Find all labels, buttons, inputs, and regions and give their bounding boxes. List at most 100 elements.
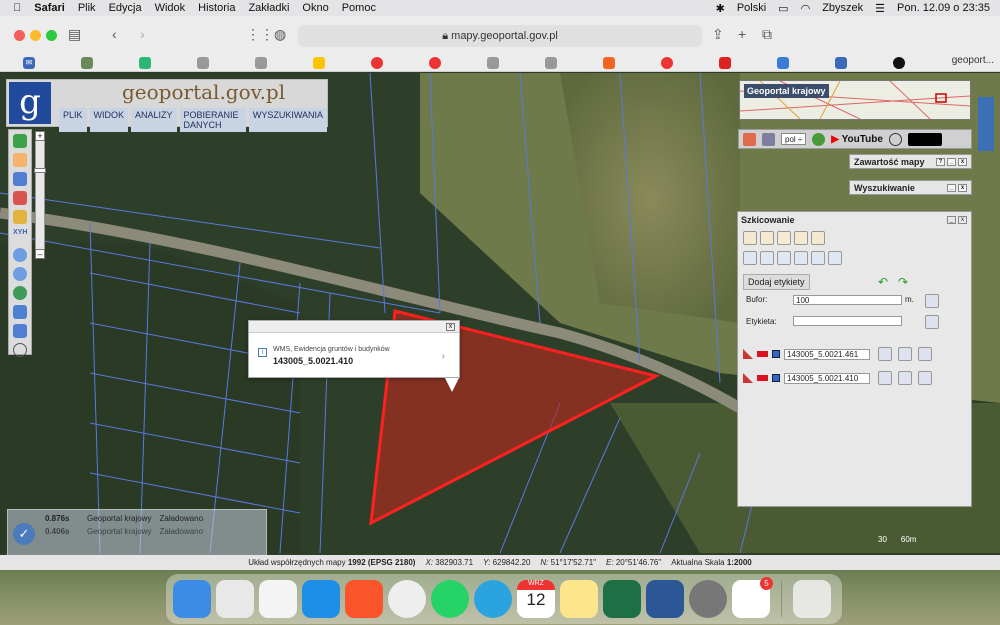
zoom-minus-button[interactable]: – <box>35 249 45 259</box>
edit-feature-icon[interactable] <box>878 371 892 385</box>
feature-name-input[interactable]: 143005_5.0021.410 <box>784 372 870 384</box>
color-swatch[interactable] <box>757 375 768 381</box>
draw-freehand-icon[interactable] <box>811 231 825 245</box>
tab-10[interactable] <box>522 54 580 72</box>
menu-zakladki[interactable]: Zakładki <box>248 2 289 14</box>
add-labels-button[interactable]: Dodaj etykiety <box>743 274 810 290</box>
menu-app-name[interactable]: Safari <box>34 2 65 14</box>
minimize-button[interactable]: _ <box>947 184 956 192</box>
edit-feature-icon[interactable] <box>878 347 892 361</box>
excel-icon[interactable] <box>603 580 641 618</box>
menu-okno[interactable]: Okno <box>302 2 328 14</box>
arrow-right-icon[interactable] <box>13 324 27 338</box>
menu-widok-button[interactable]: WIDOK <box>89 108 129 132</box>
popup-close-button[interactable]: x <box>446 323 455 331</box>
map-viewport[interactable]: g geoportal.gov.pl PLIK WIDOK ANALIZY PO… <box>0 73 1000 570</box>
bluetooth-icon[interactable]: ✱ <box>716 2 725 15</box>
visibility-checkbox[interactable] <box>772 350 780 358</box>
high-contrast-icon[interactable] <box>907 132 942 146</box>
zoom-to-feature-icon[interactable] <box>898 347 912 361</box>
draw-line-icon[interactable] <box>760 231 774 245</box>
menu-pomoc[interactable]: Pomoc <box>342 2 376 14</box>
zoom-out-icon[interactable] <box>13 267 27 281</box>
tab-5[interactable] <box>232 54 290 72</box>
zoom-handle[interactable] <box>34 168 46 173</box>
zoom-plus-button[interactable]: + <box>35 131 45 141</box>
minimize-window-button[interactable] <box>30 30 41 41</box>
tab-11[interactable] <box>580 54 638 72</box>
control-center-icon[interactable]: ☰ <box>875 2 885 15</box>
menu-pobieranie-button[interactable]: POBIERANIE DANYCH <box>179 108 246 132</box>
tab-8[interactable] <box>406 54 464 72</box>
tab-3[interactable] <box>116 54 174 72</box>
brave-icon[interactable] <box>345 580 383 618</box>
address-bar[interactable]: 🔒︎ mapy.geoportal.gov.pl <box>298 25 702 47</box>
zoom-box-icon[interactable] <box>13 172 27 186</box>
sidebar-icon[interactable]: ▤ <box>68 26 81 43</box>
menu-analizy-button[interactable]: ANALIZY <box>131 108 177 132</box>
label-input[interactable] <box>793 316 902 326</box>
search-panel[interactable]: Wyszukiwanie _ x <box>849 180 972 195</box>
undo-icon[interactable]: ↶ <box>878 275 888 289</box>
close-button[interactable]: x <box>958 158 967 166</box>
reminders-icon[interactable]: 5 <box>732 577 773 618</box>
pencil-icon[interactable] <box>13 210 27 224</box>
print-icon[interactable] <box>743 132 756 146</box>
launchpad-icon[interactable] <box>216 580 254 618</box>
youtube-link[interactable]: ▶ YouTube <box>831 134 883 145</box>
side-tab[interactable] <box>978 97 994 151</box>
close-window-button[interactable] <box>14 30 25 41</box>
zoom-to-feature-icon[interactable] <box>898 371 912 385</box>
tab-2[interactable] <box>58 54 116 72</box>
zoom-in-icon[interactable] <box>13 248 27 262</box>
edit-vertex-icon[interactable] <box>777 251 791 265</box>
zoom-slider[interactable]: + – <box>34 131 46 259</box>
calendar-icon[interactable]: WRZ 12 <box>517 580 555 618</box>
tab-6[interactable] <box>290 54 348 72</box>
help-icon[interactable] <box>812 132 826 146</box>
tab-9[interactable] <box>464 54 522 72</box>
privacy-report-icon[interactable]: ◍ <box>274 26 286 43</box>
menu-widok[interactable]: Widok <box>155 2 186 14</box>
tab-16[interactable] <box>870 54 928 72</box>
draw-point-icon[interactable] <box>743 231 757 245</box>
tab-7[interactable] <box>348 54 406 72</box>
forward-icon[interactable]: › <box>140 26 145 42</box>
tab-4[interactable] <box>174 54 232 72</box>
settings-icon[interactable] <box>13 343 27 357</box>
close-button[interactable]: x <box>958 216 967 224</box>
tab-grid-icon[interactable]: ⋮⋮ <box>246 26 274 43</box>
menu-wyszukiwania-button[interactable]: WYSZUKIWANIA <box>248 108 327 132</box>
tab-15[interactable] <box>812 54 870 72</box>
word-icon[interactable] <box>646 580 684 618</box>
back-icon[interactable]: ‹ <box>112 26 117 42</box>
language-select[interactable]: pol ÷ <box>781 133 807 145</box>
safari-icon[interactable] <box>302 580 340 618</box>
chrome-icon[interactable] <box>388 580 426 618</box>
notes-icon[interactable] <box>560 580 598 618</box>
fill-icon[interactable] <box>743 251 757 265</box>
globe-icon[interactable] <box>13 286 27 300</box>
finder-icon[interactable] <box>173 580 211 618</box>
accessibility-icon[interactable] <box>888 132 902 146</box>
info-tool-icon[interactable] <box>13 134 27 148</box>
new-tab-icon[interactable]: + <box>738 26 746 42</box>
chevron-down-icon[interactable] <box>918 371 932 385</box>
overview-map[interactable]: Geoportal krajowy <box>739 80 971 120</box>
chevron-down-icon[interactable] <box>918 347 932 361</box>
printer-icon[interactable] <box>762 132 775 146</box>
buffer-input[interactable]: 100 <box>793 295 902 305</box>
xyh-icon[interactable]: XYH <box>13 229 27 243</box>
wifi-icon[interactable]: ◠ <box>801 2 811 15</box>
menu-edycja[interactable]: Edycja <box>109 2 142 14</box>
system-settings-icon[interactable] <box>689 580 727 618</box>
share-icon[interactable]: ⇪ <box>712 26 724 43</box>
copy-icon[interactable] <box>811 251 825 265</box>
tab-geoportal[interactable]: geoport... <box>952 55 994 66</box>
menu-plik-button[interactable]: PLIK <box>59 108 87 132</box>
redo-icon[interactable]: ↷ <box>898 275 908 289</box>
draw-polygon-icon[interactable] <box>794 231 808 245</box>
delete-icon[interactable] <box>794 251 808 265</box>
draw-polyline-icon[interactable] <box>777 231 791 245</box>
apple-icon[interactable]:  <box>13 2 21 14</box>
